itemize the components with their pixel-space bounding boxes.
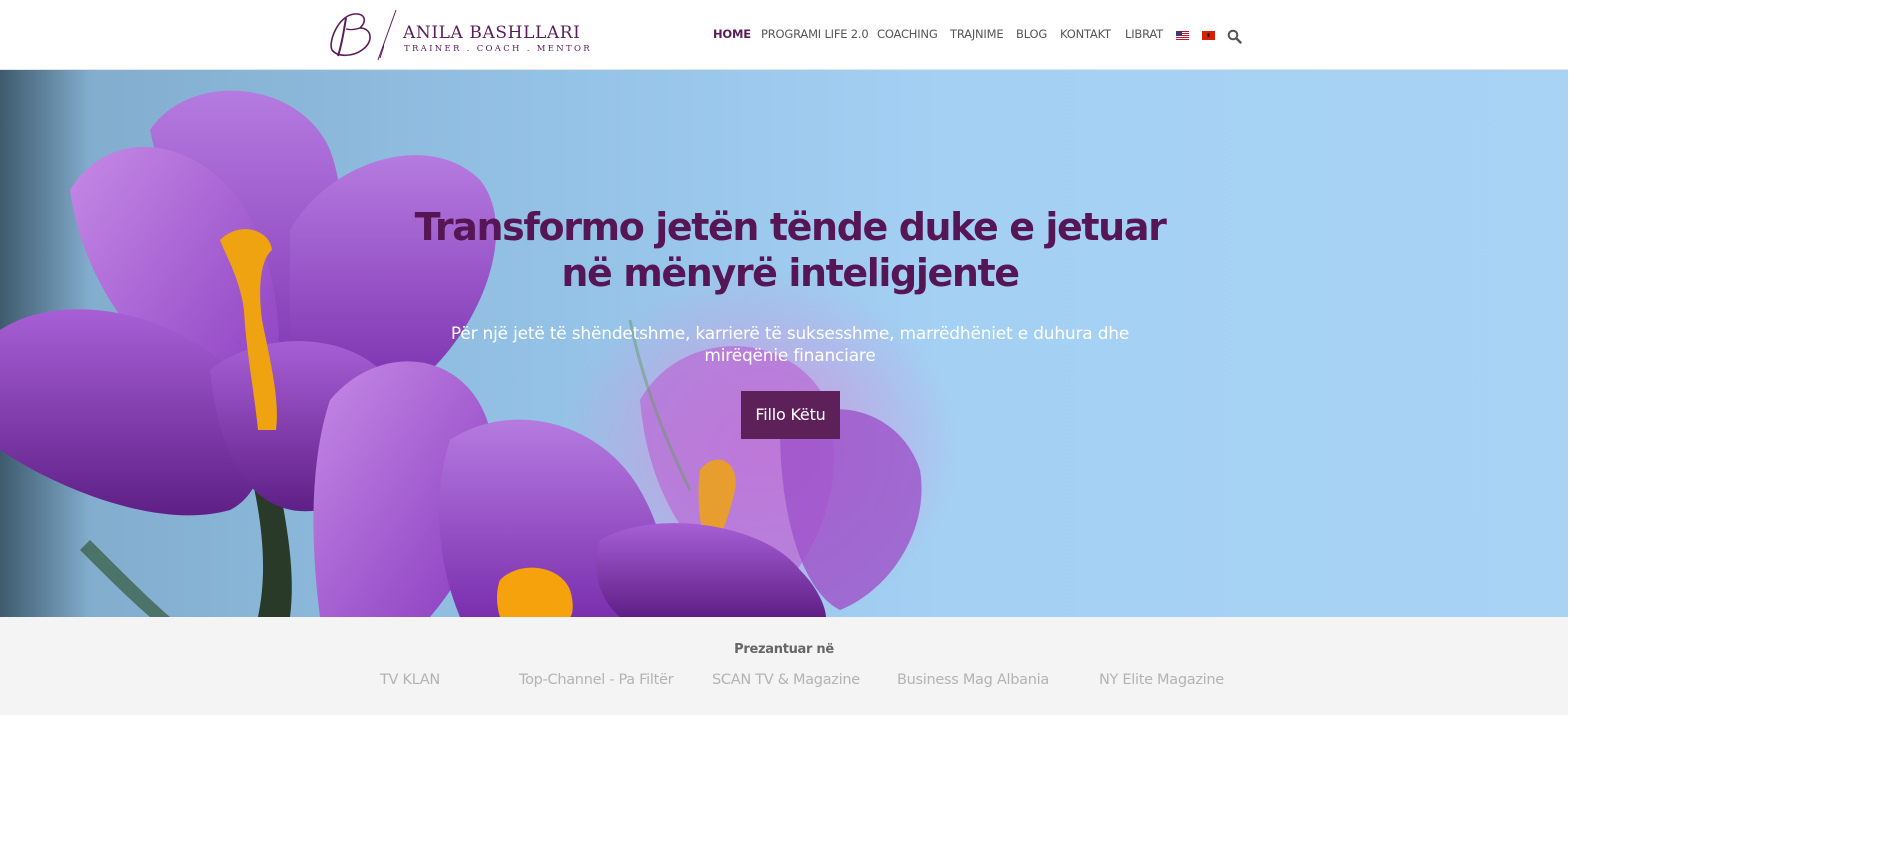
us-flag-icon[interactable] xyxy=(1176,31,1189,40)
press-logo-ny-elite[interactable]: NY Elite Magazine xyxy=(1099,672,1224,688)
search-icon[interactable] xyxy=(1227,29,1242,44)
nav-item-home[interactable]: HOME xyxy=(713,27,751,41)
nav-item-coaching[interactable]: COACHING xyxy=(877,27,938,41)
featured-title: Prezantuar në xyxy=(734,642,834,657)
press-logo-top-channel[interactable]: Top-Channel - Pa Filtër xyxy=(519,672,674,688)
logo-divider xyxy=(377,9,397,61)
nav-item-librat[interactable]: LIBRAT xyxy=(1125,27,1163,41)
brand-name: ANILA BASHLLARI xyxy=(403,23,581,43)
hero-subtitle: Për një jetë të shëndetshme, karrierë të… xyxy=(450,324,1130,366)
hero-title: Transformo jetën tënde duke e jetuar në … xyxy=(414,205,1167,295)
albania-flag-icon[interactable] xyxy=(1202,31,1215,40)
site-header: ANILA BASHLLARI TRAINER . COACH . MENTOR… xyxy=(0,0,1568,70)
press-logo-scan-tv[interactable]: SCAN TV & Magazine xyxy=(712,672,860,688)
press-logo-tv-klan[interactable]: TV KLAN xyxy=(380,672,440,688)
nav-item-trajnime[interactable]: TRAJNIME xyxy=(950,27,1004,41)
nav-item-kontakt[interactable]: KONTAKT xyxy=(1060,27,1111,41)
hero-banner: Transformo jetën tënde duke e jetuar në … xyxy=(0,70,1568,617)
logo-monogram-icon xyxy=(330,13,384,59)
press-logo-business-mag[interactable]: Business Mag Albania xyxy=(897,672,1049,688)
site-logo[interactable]: ANILA BASHLLARI TRAINER . COACH . MENTOR xyxy=(324,6,590,64)
nav-item-programi-life[interactable]: PROGRAMI LIFE 2.0 xyxy=(761,27,869,41)
brand-tagline: TRAINER . COACH . MENTOR xyxy=(404,44,592,54)
nav-item-blog[interactable]: BLOG xyxy=(1016,27,1047,41)
featured-in-section: Prezantuar në TV KLAN Top-Channel - Pa F… xyxy=(0,617,1568,715)
fillo-ketu-button[interactable]: Fillo Këtu xyxy=(741,391,840,439)
